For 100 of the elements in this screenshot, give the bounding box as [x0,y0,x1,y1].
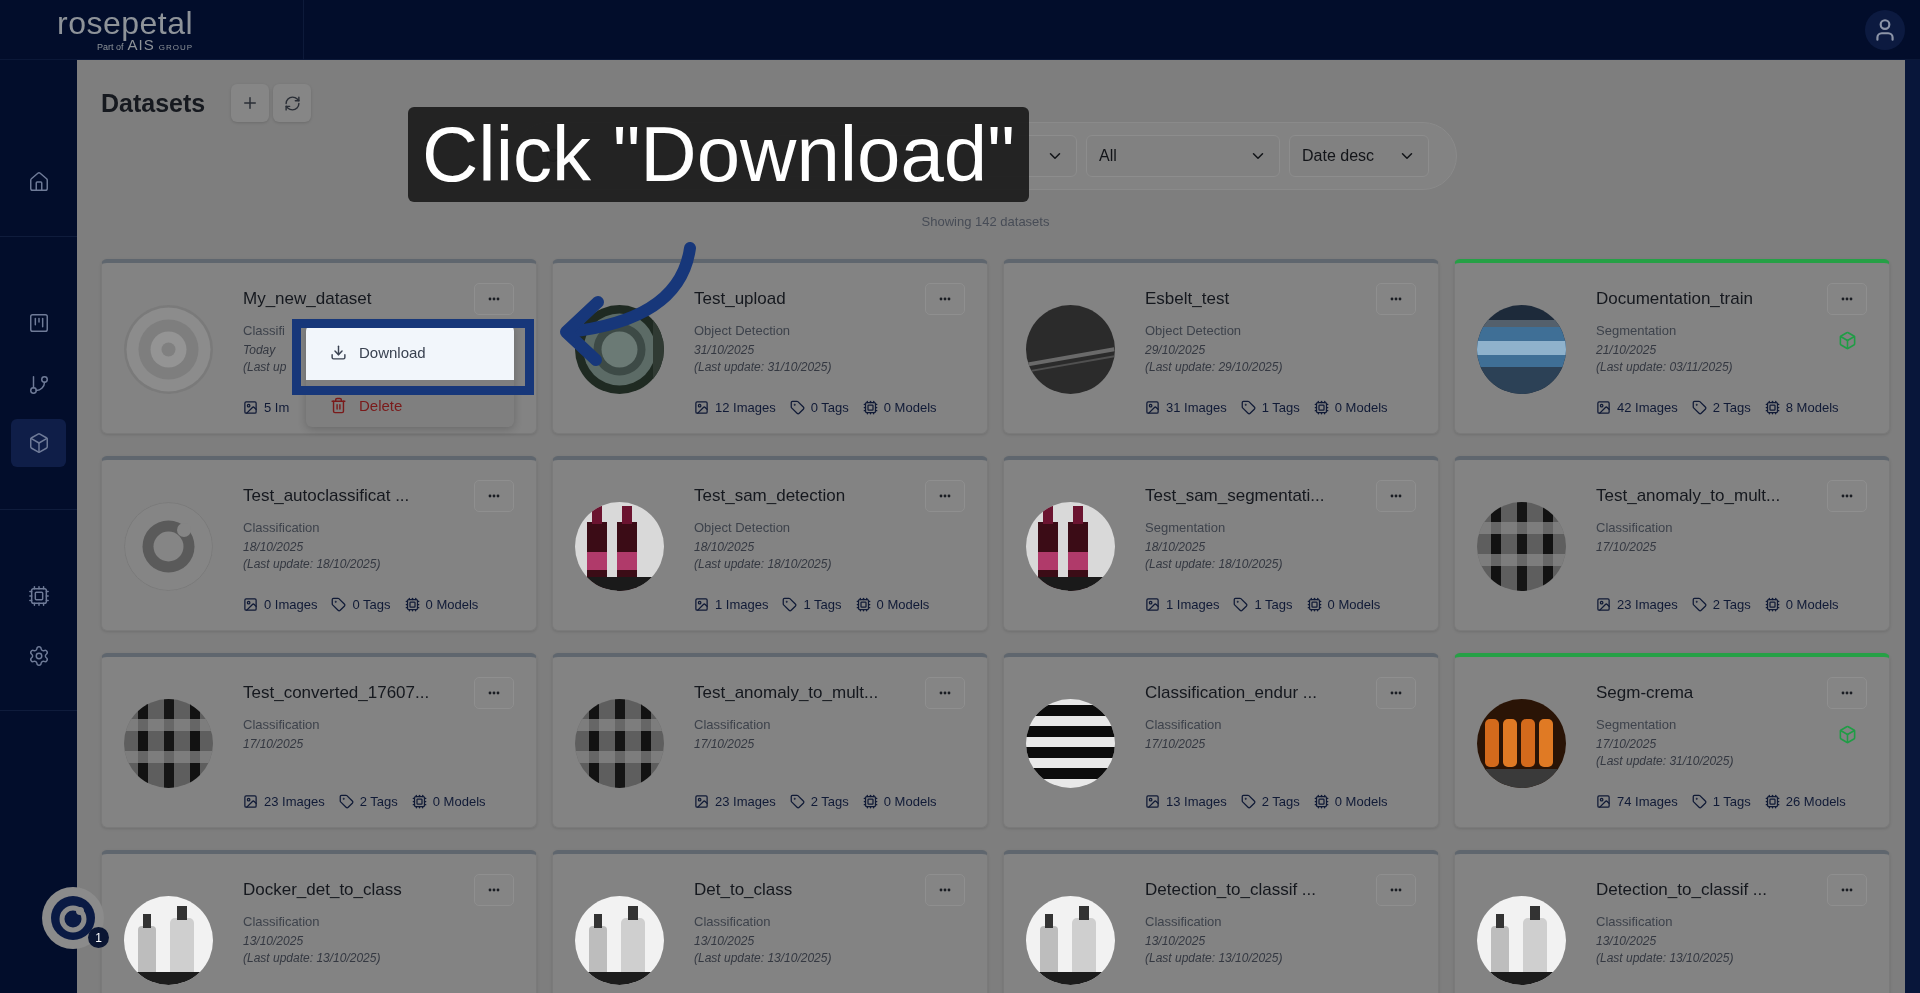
model-count: 0 Models [1785,597,1839,612]
tutorial-tooltip: Click "Download" [408,107,1029,202]
dataset-type: Classification [1145,717,1222,732]
dataset-type: Classification [1145,914,1222,929]
dataset-name: Test_converted_17607... [243,683,430,703]
more-icon [939,888,951,892]
dataset-card[interactable]: Test_autoclassificat ... Classification 18/10/2025 (Last update: 18/10/2025) 0 Images 0 Tags 0 Models [101,456,537,631]
model-count: 0 Models [1327,597,1381,612]
dataset-card[interactable]: Detection_to_classif ... Classification 13/10/2025 (Last update: 13/10/2025) [1003,850,1439,993]
more-button[interactable] [925,480,965,512]
dataset-name: Detection_to_classif ... [1596,880,1768,900]
dataset-date: 31/10/2025 [694,343,755,357]
image-icon [243,597,258,612]
image-icon [243,400,258,415]
more-button[interactable] [1376,677,1416,709]
more-button[interactable] [925,283,965,315]
image-icon [1596,597,1611,612]
dataset-date: 17/10/2025 [694,737,755,751]
more-icon [939,494,951,498]
last-update-date: (Last update: 29/10/2025) [1145,360,1283,374]
dataset-card[interactable]: Test_sam_detection Object Detection 18/10/2025 (Last update: 18/10/2025) 1 Images 1 Tags 0 Models [552,456,988,631]
last-update-date: (Last update: 18/10/2025) [1145,557,1283,571]
dataset-card[interactable]: Esbelt_test Object Detection 29/10/2025 (Last update: 29/10/2025) 31 Images 1 Tags 0 Models [1003,259,1439,434]
more-button[interactable] [925,874,965,906]
sidebar-item[interactable] [11,419,66,467]
dataset-card[interactable]: Docker_det_to_class Classification 13/10/2025 (Last update: 13/10/2025) [101,850,537,993]
more-icon [1390,691,1402,695]
dataset-card[interactable]: Test_anomaly_to_mult... Classification 17/10/2025 23 Images 2 Tags 0 Models [1454,456,1890,631]
dataset-card[interactable]: Test_anomaly_to_mult... Classification 17/10/2025 23 Images 2 Tags 0 Models [552,653,988,828]
dataset-card[interactable]: Classification_endur ... Classification 17/10/2025 13 Images 2 Tags 0 Models [1003,653,1439,828]
last-update-date: (Last update: 03/11/2025) [1596,360,1733,374]
dataset-name: Test_autoclassificat ... [243,486,410,506]
dataset-type: Object Detection [694,520,791,535]
image-count: 0 Images [264,597,318,612]
menu-item[interactable]: Download [306,325,514,380]
image-count: 13 Images [1166,794,1227,809]
tag-icon [331,597,347,612]
dataset-name: Test_sam_segmentati... [1145,486,1325,506]
image-count: 23 Images [715,794,776,809]
tag-icon [789,400,805,415]
more-button[interactable] [1376,874,1416,906]
add-button[interactable] [231,84,270,122]
more-button[interactable] [474,283,514,315]
more-button[interactable] [1827,874,1867,906]
dataset-date: 18/10/2025 [694,540,755,554]
dataset-type: Classification [243,717,320,732]
dataset-card[interactable]: Detection_to_classif ... Classification 13/10/2025 (Last update: 13/10/2025) [1454,850,1890,993]
dataset-card[interactable]: Documentation_train Segmentation 21/10/2025 (Last update: 03/11/2025) 42 Images 2 Tags 8 Models [1454,259,1890,434]
more-button[interactable] [1827,283,1867,315]
dataset-date: 18/10/2025 [1145,540,1206,554]
more-button[interactable] [1376,283,1416,315]
image-icon [694,794,709,809]
chip-icon [1764,400,1780,415]
model-count: 0 Models [425,597,479,612]
menu-item[interactable]: Delete [306,380,514,426]
dataset-name: My_new_dataset [243,289,372,309]
more-button[interactable] [1376,480,1416,512]
image-icon [1596,794,1611,809]
tag-icon [1240,400,1256,415]
cube-icon [27,432,50,454]
dataset-card[interactable]: Test_sam_segmentati... Segmentation 18/10/2025 (Last update: 18/10/2025) 1 Images 1 Tags 0 Models [1003,456,1439,631]
dataset-card[interactable]: Det_to_class Classification 13/10/2025 (Last update: 13/10/2025) [552,850,988,993]
more-button[interactable] [925,677,965,709]
dataset-card[interactable]: Test_upload Object Detection 31/10/2025 (Last update: 31/10/2025) 12 Images 0 Tags 0 Models [552,259,988,434]
more-button[interactable] [474,480,514,512]
last-update-date: (Last update: 13/10/2025) [694,951,832,965]
logo: rosepetal Part of AIS GROUP [57,7,194,52]
chip-icon [1313,400,1329,415]
dataset-name: Test_upload [694,289,786,309]
dataset-name: Test_sam_detection [694,486,846,506]
filter-select[interactable]: Date desc [1289,135,1429,177]
logo-icon [51,896,95,940]
scrollbar[interactable] [1905,60,1920,993]
chip-icon [27,585,50,607]
chip-icon [1313,794,1329,809]
dataset-date: 17/10/2025 [1145,737,1206,751]
dataset-type: Segmentation [1596,323,1677,338]
tag-icon [1691,794,1707,809]
dataset-type: Classification [243,914,320,929]
dataset-card[interactable]: Test_converted_17607... Classification 17/10/2025 23 Images 2 Tags 0 Models [101,653,537,828]
image-count: 23 Images [264,794,325,809]
more-icon [939,297,951,301]
dataset-type: Segmentation [1145,520,1226,535]
user-button[interactable] [1865,9,1905,50]
image-count: 1 Images [715,597,769,612]
chip-icon [1764,597,1780,612]
tag-icon [789,794,805,809]
dataset-name: Test_anomaly_to_mult... [1596,486,1781,506]
image-count: 42 Images [1617,400,1678,415]
more-button[interactable] [1827,480,1867,512]
dataset-type: Segmentation [1596,717,1677,732]
refresh-button[interactable] [273,84,312,122]
dataset-date: 17/10/2025 [243,737,304,751]
filter-select[interactable]: All [1086,135,1280,177]
more-button[interactable] [1827,677,1867,709]
image-icon [1145,400,1160,415]
image-icon [1145,794,1160,809]
more-button[interactable] [474,874,514,906]
more-button[interactable] [474,677,514,709]
dataset-card[interactable]: Segm-crema Segmentation 17/10/2025 (Last update: 31/10/2025) 74 Images 1 Tags 26 Models [1454,653,1890,828]
